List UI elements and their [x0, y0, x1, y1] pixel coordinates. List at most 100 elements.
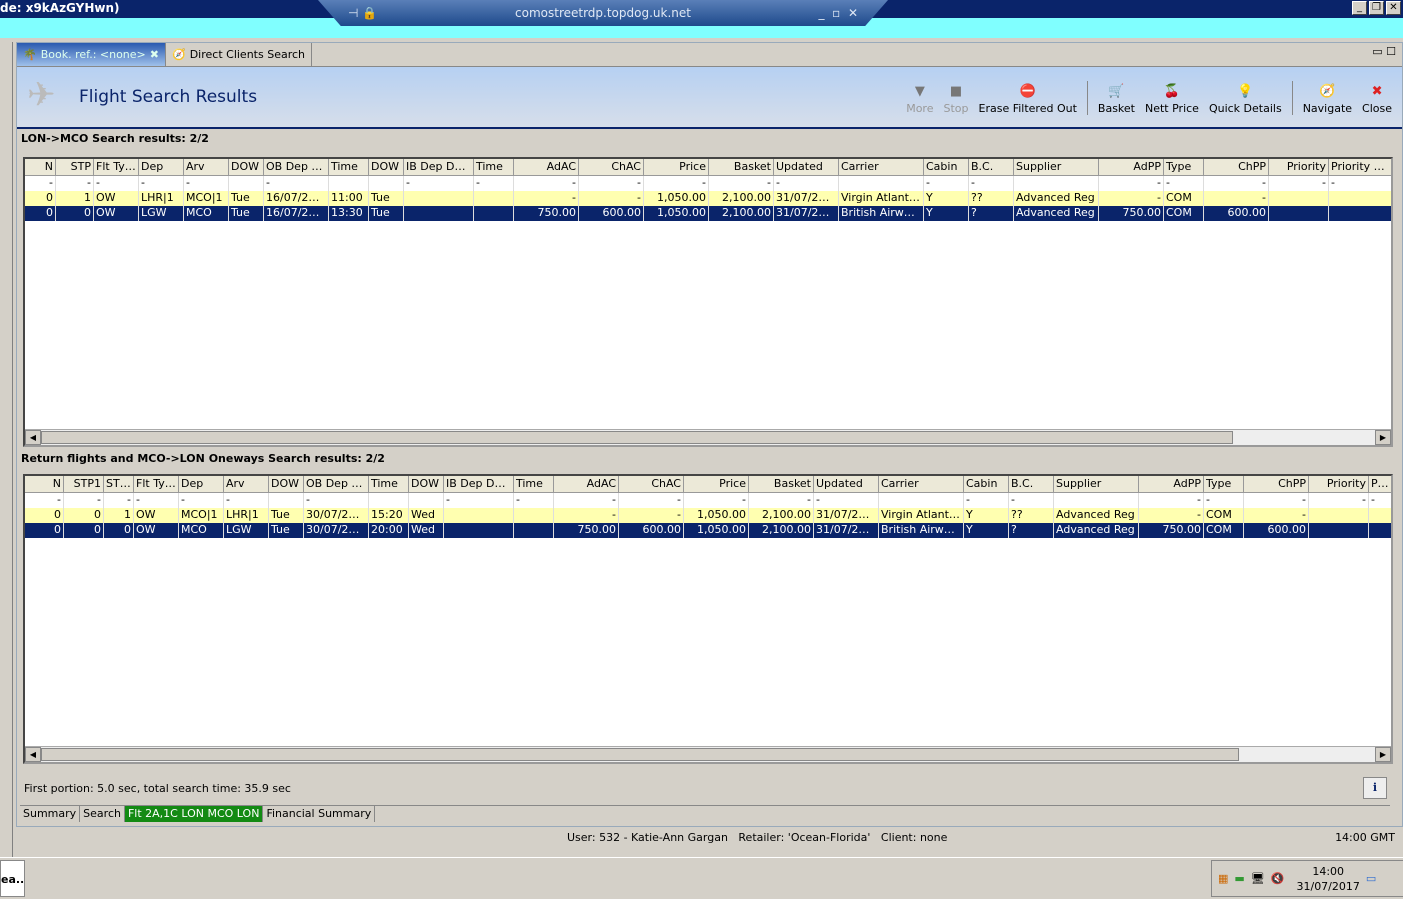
cell: 20:00 [369, 523, 409, 538]
table-row[interactable]: 0 1 OW LHR|1 MCO|1 Tue 16/07/2019 11:00 Tue - -1,0… [25, 191, 1391, 206]
cell: - [514, 176, 579, 191]
erase-filtered-out-button[interactable]: ⛔ Erase Filtered Out [979, 84, 1077, 115]
show-desktop-icon[interactable]: ▭ [1366, 872, 1376, 885]
column-header[interactable]: Time [474, 159, 514, 176]
column-header[interactable]: ChPP [1244, 476, 1309, 493]
column-header[interactable]: N [25, 159, 56, 176]
column-header[interactable]: Time [369, 476, 409, 493]
quick-details-button[interactable]: 💡 Quick Details [1209, 84, 1282, 115]
horizontal-scrollbar[interactable]: ◀ ▶ [25, 746, 1391, 762]
column-header[interactable]: Flt Type [134, 476, 179, 493]
column-header[interactable]: OB Dep D... [304, 476, 369, 493]
column-header[interactable]: IB Dep Date [404, 159, 474, 176]
column-header[interactable]: Updated [774, 159, 839, 176]
cell: OW [134, 508, 179, 523]
restore-button[interactable]: ❐ [1369, 1, 1384, 15]
cell: Virgin Atlantic... [841, 191, 924, 206]
navigate-button[interactable]: 🧭 Navigate [1303, 84, 1352, 115]
column-header[interactable]: N [25, 476, 64, 493]
column-header[interactable]: IB Dep Date [444, 476, 514, 493]
table-row[interactable]: 0 0 OW LGW MCO Tue 16/07/2019 13:30 Tue 750.00 600… [25, 206, 1391, 221]
stop-button[interactable]: ■ Stop [943, 84, 968, 115]
column-header[interactable]: Dep [139, 159, 184, 176]
network-icon[interactable]: 🖥 [1251, 872, 1265, 885]
panel-controls[interactable]: ▭ ☐ [1372, 45, 1396, 58]
column-header[interactable]: Prior [1369, 476, 1391, 493]
left-panel [0, 42, 13, 857]
horizontal-scrollbar[interactable]: ◀ ▶ [25, 429, 1391, 445]
column-header[interactable]: Cabin [924, 159, 969, 176]
column-header[interactable]: Arv [184, 159, 229, 176]
column-header[interactable]: DOW [409, 476, 444, 493]
clock[interactable]: 14:00 31/07/2017 [1296, 864, 1359, 894]
column-header[interactable]: Basket [749, 476, 814, 493]
column-header[interactable]: B.C. [1009, 476, 1054, 493]
column-header[interactable]: Supplier [1014, 159, 1099, 176]
info-button[interactable]: i [1363, 777, 1387, 799]
basket-button[interactable]: 🛒 Basket [1098, 84, 1135, 115]
column-header[interactable]: AdAC [514, 159, 579, 176]
column-header[interactable]: ChAC [619, 476, 684, 493]
volume-muted-icon[interactable]: 🔇 [1271, 872, 1285, 885]
column-header[interactable]: AdPP [1099, 159, 1164, 176]
column-header[interactable]: Carrier [879, 476, 964, 493]
table-row[interactable]: --------------------- [25, 493, 1391, 508]
column-header[interactable]: Arv [224, 476, 269, 493]
column-header[interactable]: DOW [269, 476, 304, 493]
cell: - [179, 493, 224, 508]
column-header[interactable]: Updated [814, 476, 879, 493]
tab-search[interactable]: Search [80, 806, 125, 822]
minimize-button[interactable]: _ [1352, 1, 1367, 15]
taskbar [0, 857, 1403, 899]
rdp-window-controls[interactable]: _ ▫ ✕ [819, 0, 858, 26]
column-header[interactable]: ChAC [579, 159, 644, 176]
column-header[interactable]: B.C. [969, 159, 1014, 176]
table-row[interactable]: 0 0 0 OW MCO LGW Tue 30/07/2019 20:00 Wed 750.00 60… [25, 523, 1391, 538]
close-button[interactable]: ✖ Close [1362, 84, 1392, 115]
column-header[interactable]: Time [514, 476, 554, 493]
table-row[interactable]: -------------------- [25, 176, 1391, 191]
column-header[interactable]: Time [329, 159, 369, 176]
column-header[interactable]: Priority [1309, 476, 1369, 493]
tab-flight[interactable]: Flt 2A,1C LON MCO LON [124, 806, 264, 822]
cell [1329, 206, 1391, 221]
more-button[interactable]: ▼ More [906, 84, 933, 115]
column-header[interactable]: Price [684, 476, 749, 493]
column-header[interactable]: ChPP [1204, 159, 1269, 176]
cell: - [1309, 493, 1369, 508]
column-header[interactable]: Price [644, 159, 709, 176]
cell [1269, 191, 1329, 206]
cell: Advanced Reg [1054, 508, 1139, 523]
column-header[interactable]: DOW [229, 159, 264, 176]
column-header[interactable]: STP2 [104, 476, 134, 493]
tab-financial-summary[interactable]: Financial Summary [263, 806, 376, 822]
tab-booking-ref[interactable]: 🌴 Book. ref.: <none> ✖ [17, 43, 166, 66]
column-header[interactable]: Type [1164, 159, 1204, 176]
column-header[interactable]: Basket [709, 159, 774, 176]
column-header[interactable]: DOW [369, 159, 404, 176]
table-row[interactable]: 0 0 1 OW MCO|1 LHR|1 Tue 30/07/2019 15:20 Wed - -1,… [25, 508, 1391, 523]
tab-direct-clients-search[interactable]: 🧭 Direct Clients Search [166, 43, 312, 66]
column-header[interactable]: OB Dep D... [264, 159, 329, 176]
column-header[interactable]: Type [1204, 476, 1244, 493]
column-header[interactable]: Priority descr [1329, 159, 1391, 176]
nett-price-button[interactable]: 🍒 Nett Price [1145, 84, 1199, 115]
column-header[interactable]: STP [56, 159, 94, 176]
column-header[interactable]: STP1 [64, 476, 104, 493]
column-header[interactable]: Priority [1269, 159, 1329, 176]
network-card-icon[interactable]: ▬ [1234, 872, 1244, 885]
column-header[interactable]: Cabin [964, 476, 1009, 493]
column-header[interactable]: Flt Type [94, 159, 139, 176]
cell: 750.00 [1099, 206, 1164, 221]
column-header[interactable]: AdPP [1139, 476, 1204, 493]
column-header[interactable]: AdAC [554, 476, 619, 493]
tab-summary[interactable]: Summary [20, 806, 81, 822]
close-tab-icon[interactable]: ✖ [150, 48, 159, 61]
taskbar-app-button[interactable]: ea... [0, 860, 25, 897]
column-header[interactable]: Supplier [1054, 476, 1139, 493]
column-header[interactable]: Carrier [839, 159, 924, 176]
column-header[interactable]: Dep [179, 476, 224, 493]
close-window-button[interactable]: ✕ [1386, 1, 1401, 15]
antivirus-icon[interactable]: ▦ [1218, 872, 1228, 885]
pin-icon[interactable]: ⊣ 🔒 [348, 0, 377, 26]
